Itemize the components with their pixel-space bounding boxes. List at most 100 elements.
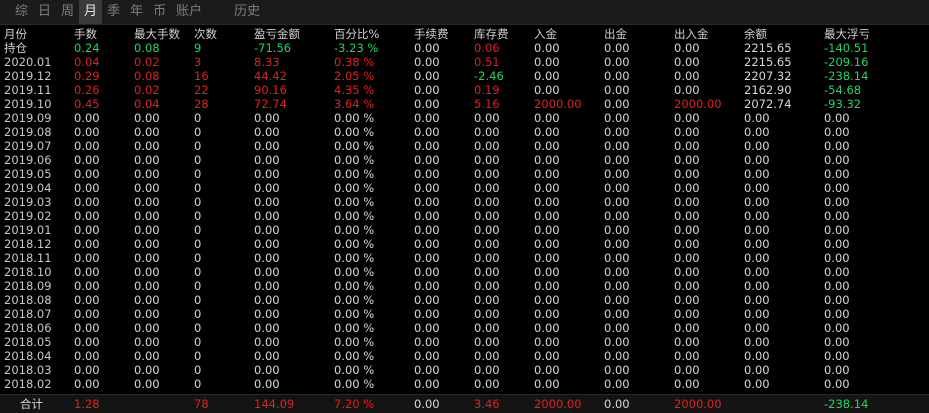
table-cell: 0.00 xyxy=(674,321,700,335)
table-row[interactable]: 2018.04 0.00 0.00 0 0.00 0.00 % 0.00 0.00 0.00 0.… xyxy=(0,349,929,363)
table-row[interactable]: 2018.02 0.00 0.00 0 0.00 0.00 % 0.00 0.00 0.00 0.… xyxy=(0,377,929,391)
table-cell: -140.51 xyxy=(824,41,869,55)
column-header-8[interactable]: 入金 xyxy=(534,27,557,41)
table-row[interactable]: 2019.11 0.26 0.02 22 90.16 4.35 % 0.00 0.19 0.00… xyxy=(0,83,929,97)
table-row[interactable]: 2018.08 0.00 0.00 0 0.00 0.00 % 0.00 0.00 0.00 0.… xyxy=(0,293,929,307)
table-row[interactable]: 2018.11 0.00 0.00 0 0.00 0.00 % 0.00 0.00 0.00 0.… xyxy=(0,251,929,265)
table-cell: 0.00 xyxy=(414,349,440,363)
table-cell: 4.35 % xyxy=(334,83,375,97)
table-row[interactable]: 2018.07 0.00 0.00 0 0.00 0.00 % 0.00 0.00 0.00 0.… xyxy=(0,307,929,321)
table-cell: 0.00 xyxy=(74,349,100,363)
tab-2[interactable]: 周 xyxy=(56,0,79,24)
table-cell: 0.00 xyxy=(414,55,440,69)
table-cell: 0.00 xyxy=(604,97,630,111)
column-header-12[interactable]: 最大浮亏 xyxy=(824,27,870,41)
table-cell: 0.00 % xyxy=(334,349,375,363)
table-cell: 0.00 % xyxy=(334,111,375,125)
table-cell: 0.24 xyxy=(74,41,100,55)
table-row[interactable]: 2020.01 0.04 0.02 3 8.33 0.38 % 0.00 0.51 0.00 0.… xyxy=(0,55,929,69)
column-header-6[interactable]: 手续费 xyxy=(414,27,449,41)
table-cell: 2018.05 xyxy=(4,335,52,349)
tab-5[interactable]: 年 xyxy=(125,0,148,24)
column-header-11[interactable]: 余额 xyxy=(744,27,767,41)
table-row[interactable]: 2018.12 0.00 0.00 0 0.00 0.00 % 0.00 0.00 0.00 0.… xyxy=(0,237,929,251)
table-cell: -3.23 % xyxy=(334,41,379,55)
table-cell: 0.00 xyxy=(534,223,560,237)
table-cell: 0.00 xyxy=(534,279,560,293)
table-row[interactable]: 2019.02 0.00 0.00 0 0.00 0.00 % 0.00 0.00 0.00 0.… xyxy=(0,209,929,223)
table-row[interactable]: 2019.01 0.00 0.00 0 0.00 0.00 % 0.00 0.00 0.00 0.… xyxy=(0,223,929,237)
table-row[interactable]: 2019.06 0.00 0.00 0 0.00 0.00 % 0.00 0.00 0.00 0.… xyxy=(0,153,929,167)
table-cell: 0.00 xyxy=(134,237,160,251)
table-cell: 0.00 % xyxy=(334,293,375,307)
column-header-9[interactable]: 出金 xyxy=(604,27,627,41)
tab-3[interactable]: 月 xyxy=(79,0,103,24)
table-cell: -209.16 xyxy=(824,55,869,69)
table-cell: 3.64 % xyxy=(334,97,375,111)
table-cell: 0.00 xyxy=(254,195,280,209)
table-row[interactable]: 2018.06 0.00 0.00 0 0.00 0.00 % 0.00 0.00 0.00 0.… xyxy=(0,321,929,335)
table-row[interactable]: 2018.03 0.00 0.00 0 0.00 0.00 % 0.00 0.00 0.00 0.… xyxy=(0,363,929,377)
table-cell: 0.00 xyxy=(254,153,280,167)
table-cell: 0.00 xyxy=(604,153,630,167)
table-cell: 0.00 xyxy=(604,377,630,391)
table-row[interactable]: 2018.10 0.00 0.00 0 0.00 0.00 % 0.00 0.00 0.00 0.… xyxy=(0,265,929,279)
column-header-2[interactable]: 最大手数 xyxy=(134,27,180,41)
table-row[interactable]: 2019.03 0.00 0.00 0 0.00 0.00 % 0.00 0.00 0.00 0.… xyxy=(0,195,929,209)
table-row[interactable]: 2019.08 0.00 0.00 0 0.00 0.00 % 0.00 0.00 0.00 0.… xyxy=(0,125,929,139)
table-cell: 0.00 xyxy=(414,83,440,97)
table-cell: 0.00 xyxy=(134,153,160,167)
table-row[interactable]: 2019.10 0.45 0.04 28 72.74 3.64 % 0.00 5.16 2000… xyxy=(0,97,929,111)
table-cell: 0.00 xyxy=(74,167,100,181)
tab-6[interactable]: 币 xyxy=(148,0,171,24)
table-cell: 0.00 xyxy=(674,223,700,237)
table-cell: 2019.07 xyxy=(4,139,52,153)
table-cell: 0.00 xyxy=(254,111,280,125)
table-cell: 0.00 % xyxy=(334,181,375,195)
table-cell: 0.00 % xyxy=(334,321,375,335)
column-header-1[interactable]: 手数 xyxy=(74,27,97,41)
table-cell: 0.00 xyxy=(414,209,440,223)
table-row[interactable]: 2019.07 0.00 0.00 0 0.00 0.00 % 0.00 0.00 0.00 0.… xyxy=(0,139,929,153)
tab-4[interactable]: 季 xyxy=(102,0,125,24)
column-header-4[interactable]: 盈亏金额 xyxy=(254,27,300,41)
table-cell: 0.00 xyxy=(534,139,560,153)
table-cell: 0.00 xyxy=(414,307,440,321)
table-cell: 2019.04 xyxy=(4,181,52,195)
table-row[interactable]: 持仓 0.24 0.08 9 -71.56 -3.23 % 0.00 0.06 0.00 0.00… xyxy=(0,41,929,55)
column-header-5[interactable]: 百分比% xyxy=(334,27,379,41)
table-cell: 0.00 xyxy=(604,293,630,307)
table-cell: 0.00 xyxy=(134,195,160,209)
column-header-10[interactable]: 出入金 xyxy=(674,27,709,41)
table-cell: 0.00 xyxy=(824,181,850,195)
table-cell: 0.00 xyxy=(414,69,440,83)
column-header-0[interactable]: 月份 xyxy=(4,27,27,41)
table-cell: 0.00 xyxy=(474,321,500,335)
table-cell: 0.00 xyxy=(534,377,560,391)
table-cell: 0.00 xyxy=(134,279,160,293)
table-row[interactable]: 2019.04 0.00 0.00 0 0.00 0.00 % 0.00 0.00 0.00 0.… xyxy=(0,181,929,195)
table-cell: 0.00 % xyxy=(334,251,375,265)
table-row[interactable]: 2019.09 0.00 0.00 0 0.00 0.00 % 0.00 0.00 0.00 0.… xyxy=(0,111,929,125)
column-header-7[interactable]: 库存费 xyxy=(474,27,509,41)
table-cell: 0.00 xyxy=(414,321,440,335)
table-row[interactable]: 2018.05 0.00 0.00 0 0.00 0.00 % 0.00 0.00 0.00 0.… xyxy=(0,335,929,349)
table-cell: 0.00 xyxy=(474,377,500,391)
total-cell: 78 xyxy=(194,397,209,411)
table-cell: 0.00 xyxy=(604,167,630,181)
monthly-report-table: 月份 手数 最大手数 次数 盈亏金额 百分比% 手续费 库存费 入金 出金 出入金 余额 最大浮亏 持仓… xyxy=(0,27,929,391)
table-cell: 9 xyxy=(194,41,202,55)
tab-0[interactable]: 综 xyxy=(10,0,33,24)
table-cell: 0.00 xyxy=(414,41,440,55)
tab-7[interactable]: 账户 xyxy=(171,0,207,24)
table-row[interactable]: 2019.05 0.00 0.00 0 0.00 0.00 % 0.00 0.00 0.00 0.… xyxy=(0,167,929,181)
tab-1[interactable]: 日 xyxy=(33,0,56,24)
table-cell: 0.00 xyxy=(604,307,630,321)
tab-8[interactable]: 历史 xyxy=(229,0,265,24)
table-row[interactable]: 2018.09 0.00 0.00 0 0.00 0.00 % 0.00 0.00 0.00 0.… xyxy=(0,279,929,293)
table-cell: 0.00 xyxy=(134,307,160,321)
table-row[interactable]: 2019.12 0.29 0.08 16 44.42 2.05 % 0.00 -2.46 0.0… xyxy=(0,69,929,83)
table-cell: 0.00 xyxy=(824,335,850,349)
column-header-3[interactable]: 次数 xyxy=(194,27,217,41)
table-cell: 0.00 xyxy=(134,349,160,363)
